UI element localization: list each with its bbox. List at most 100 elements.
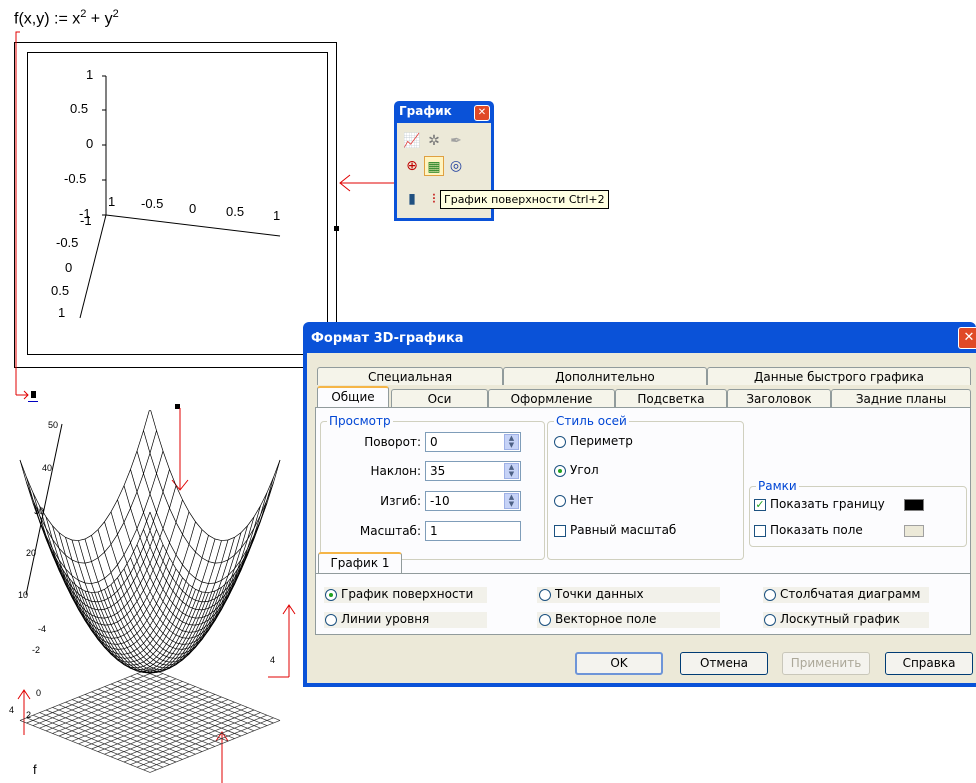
surface-mesh-line	[39, 469, 170, 603]
x-tick-label: 1	[108, 194, 116, 209]
contour-plot-icon[interactable]: ◎	[446, 156, 466, 176]
axes-style-legend: Стиль осей	[556, 414, 627, 428]
data-points-option: Точки данных	[555, 587, 644, 601]
tilt-spinner[interactable]: 35 ▲ ▼	[425, 461, 521, 481]
radio-contour-lines[interactable]	[325, 614, 337, 626]
z-tick-label: 0	[86, 136, 94, 151]
xy-plot-icon[interactable]: 📈	[402, 131, 422, 151]
tab-general[interactable]: Общие	[317, 386, 389, 407]
help-button[interactable]: Справка	[885, 652, 973, 675]
surface-mesh-line	[71, 529, 203, 663]
y-tick-label: 0.5	[51, 283, 70, 298]
x-tick-label: 0	[189, 201, 197, 216]
close-icon[interactable]: ✕	[474, 105, 490, 121]
equal-scale-checkbox[interactable]	[554, 525, 566, 537]
tab-backplanes[interactable]: Задние планы	[831, 389, 971, 407]
radio-bar-chart[interactable]	[764, 589, 776, 601]
rotation-label: Поворот:	[364, 435, 421, 449]
show-box-checkbox[interactable]	[754, 525, 766, 537]
spinner-arrows-icon[interactable]: ▲ ▼	[504, 463, 519, 479]
surface-y-tick: 2	[26, 710, 32, 720]
surface-y-tick: 4	[9, 705, 15, 715]
surface-label: f	[33, 762, 37, 777]
tab-advanced[interactable]: Дополнительно	[503, 367, 707, 385]
ok-button[interactable]: OK	[575, 652, 663, 675]
y-tick-label: 0	[65, 260, 73, 275]
patch-plot-option: Лоскутный график	[780, 612, 900, 626]
surface-mesh-line	[123, 485, 255, 619]
surface-y-tick: -4	[38, 624, 47, 634]
radio-perimeter[interactable]	[554, 436, 566, 448]
y-tick-label: -0.5	[56, 235, 79, 250]
x-tick-label: -0.5	[141, 196, 164, 211]
spinner-arrows-icon[interactable]: ▲ ▼	[504, 434, 519, 450]
polar-plot-icon[interactable]: ✲	[424, 131, 444, 151]
view-legend: Просмотр	[329, 414, 391, 428]
tab-appearance[interactable]: Оформление	[488, 389, 615, 407]
trace-icon[interactable]: ⊕	[402, 156, 422, 176]
dialog-body: Специальная Дополнительно Данные быстрог…	[307, 353, 976, 683]
tab-plot1[interactable]: График 1	[318, 552, 402, 573]
tilt-label: Наклон:	[370, 464, 421, 478]
surface-mesh-line	[97, 529, 229, 663]
show-border-checkbox[interactable]: ✓	[754, 499, 766, 511]
box-color-swatch[interactable]	[904, 525, 924, 537]
z-tick-label: -0.5	[64, 171, 87, 186]
radio-none[interactable]	[554, 495, 566, 507]
twist-label: Изгиб:	[380, 494, 421, 508]
surface-z-tick: 50	[48, 420, 59, 430]
surface-z-tick: 40	[42, 463, 53, 473]
perimeter-label: Периметр	[570, 434, 633, 448]
surface-mesh-line	[136, 450, 268, 584]
y-tick-label: -1	[80, 213, 92, 228]
zoom-input[interactable]: 1	[425, 521, 521, 541]
rotation-value: 0	[430, 435, 438, 449]
zoom-label: Масштаб:	[359, 524, 421, 538]
corner-label: Угол	[570, 463, 599, 477]
tooltip-surface-plot: График поверхности Ctrl+2	[440, 190, 609, 209]
surface-mesh-line	[97, 539, 229, 673]
vector-field-option: Векторное поле	[555, 612, 657, 626]
cancel-button[interactable]: Отмена	[680, 652, 768, 675]
surface-plot-option: График поверхности	[341, 587, 474, 601]
show-border-label: Показать границу	[770, 497, 885, 511]
format-3d-dialog[interactable]: Формат 3D-графика ✕ Специальная Дополнит…	[303, 322, 976, 687]
z-tick-label: 1	[86, 67, 94, 82]
x-axis-line	[105, 214, 281, 237]
surface-z-tick: 10	[18, 590, 29, 600]
radio-patch-plot[interactable]	[764, 614, 776, 626]
tab-title[interactable]: Заголовок	[727, 389, 831, 407]
surface-mesh-line	[71, 539, 203, 673]
toolbar-title: График	[399, 104, 452, 118]
surface-x-tick: 4	[270, 655, 276, 665]
show-box-label: Показать поле	[770, 523, 863, 537]
surface-y-tick: 0	[36, 688, 42, 698]
tab-lighting[interactable]: Подсветка	[615, 389, 727, 407]
radio-surface-plot[interactable]	[325, 589, 337, 601]
bar-plot-icon[interactable]: ▮	[402, 189, 422, 209]
bar-chart-option: Столбчатая диаграмм	[780, 587, 921, 601]
radio-data-points[interactable]	[539, 589, 551, 601]
insert-marker-top	[15, 31, 20, 40]
border-color-swatch[interactable]	[904, 499, 924, 511]
tilt-value: 35	[430, 464, 446, 478]
rotation-spinner[interactable]: 0 ▲ ▼	[425, 432, 521, 452]
apply-button[interactable]: Применить	[782, 652, 870, 675]
surface-plot-icon[interactable]: ▦	[424, 156, 444, 176]
close-icon[interactable]: ✕	[958, 327, 976, 349]
tab-axes[interactable]: Оси	[391, 389, 488, 407]
twist-value: -10	[430, 494, 450, 508]
zoom-plot-icon[interactable]: ✒	[446, 131, 466, 151]
z-tick-label: 0.5	[70, 101, 89, 116]
tab-special[interactable]: Специальная	[317, 367, 503, 385]
surface-mesh-line	[58, 511, 190, 645]
tab-quickplot-data[interactable]: Данные быстрого графика	[707, 367, 971, 385]
none-label: Нет	[570, 493, 594, 507]
twist-spinner[interactable]: -10 ▲ ▼	[425, 491, 521, 511]
surface-mesh-line	[110, 511, 242, 645]
spinner-arrows-icon[interactable]: ▲ ▼	[504, 493, 519, 509]
radio-corner[interactable]	[554, 465, 566, 477]
equal-scale-label: Равный масштаб	[570, 523, 677, 537]
radio-vector-field[interactable]	[539, 614, 551, 626]
surface-mesh-line	[45, 485, 177, 619]
